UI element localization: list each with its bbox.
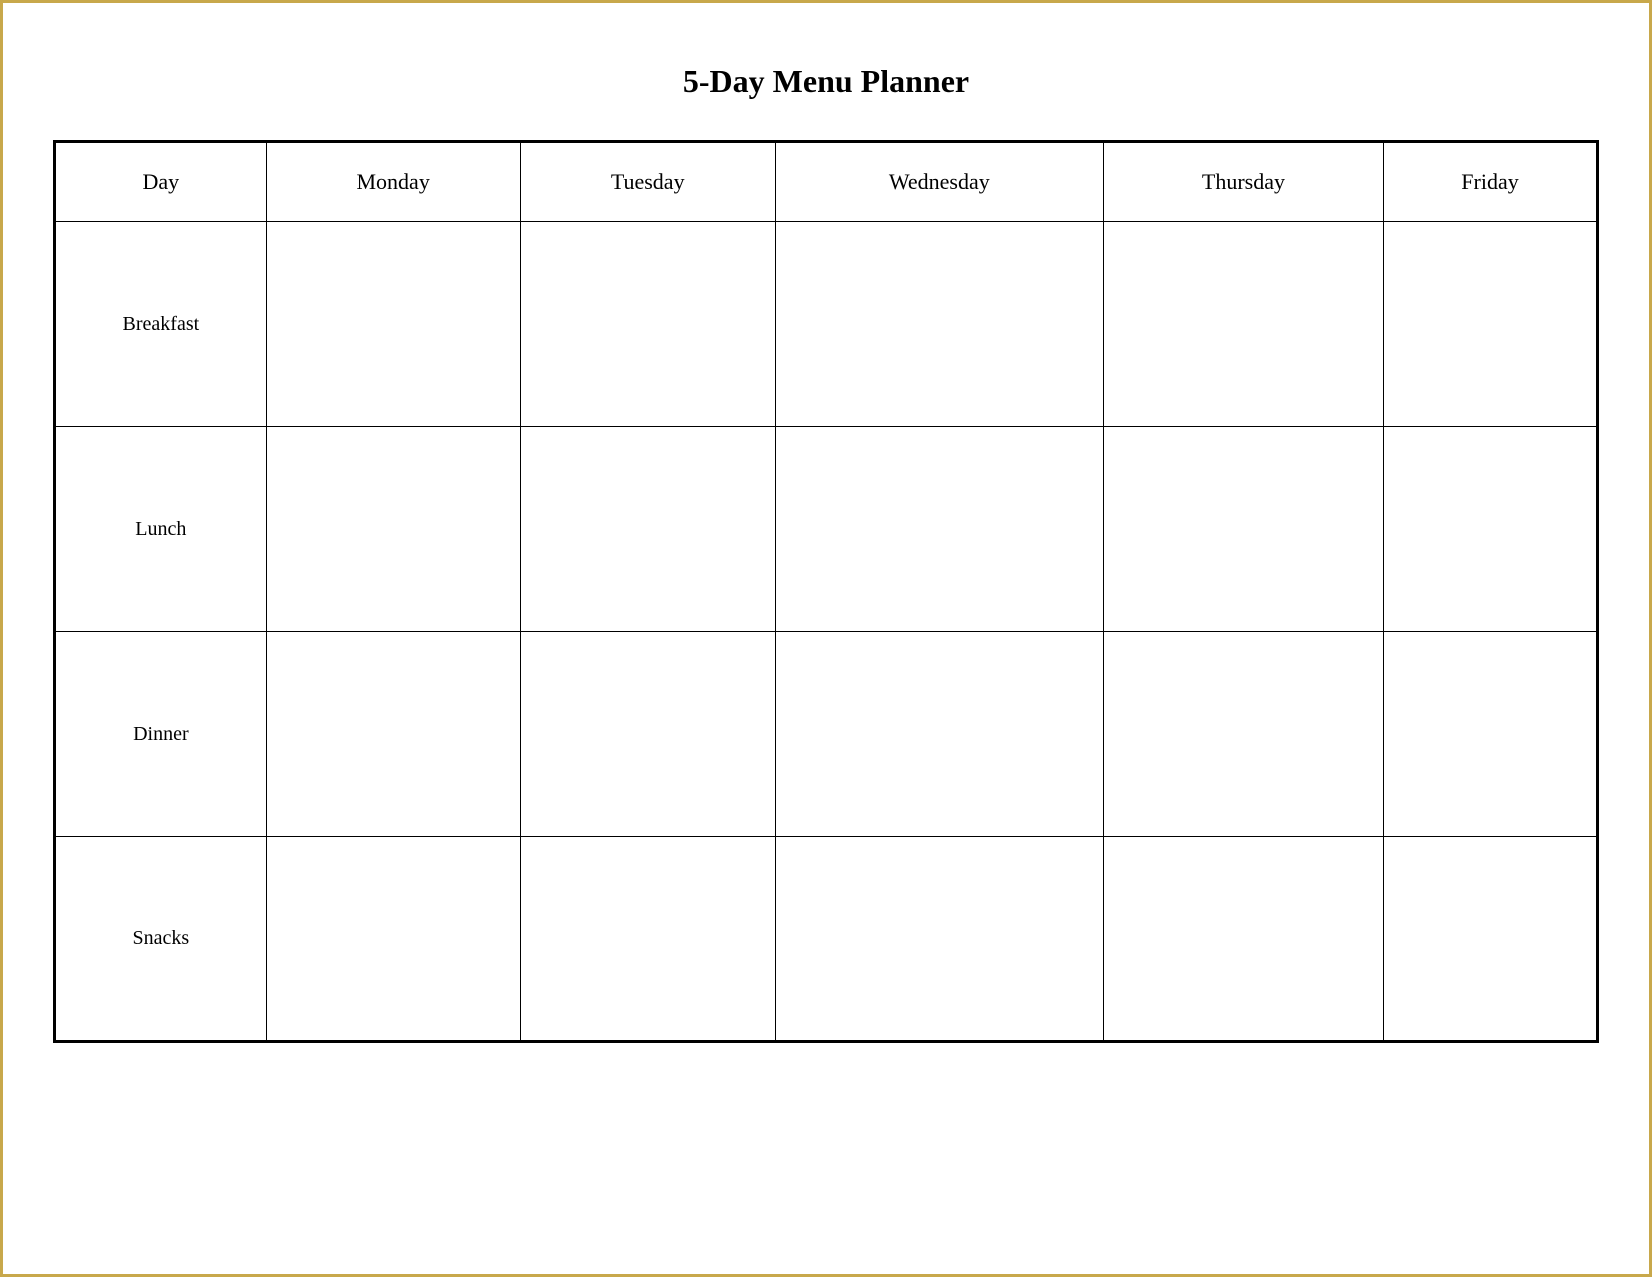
breakfast-tuesday[interactable] [520, 222, 775, 427]
dinner-friday[interactable] [1384, 632, 1598, 837]
snacks-wednesday[interactable] [775, 837, 1103, 1042]
snacks-label: Snacks [55, 837, 267, 1042]
breakfast-row: Breakfast [55, 222, 1598, 427]
snacks-tuesday[interactable] [520, 837, 775, 1042]
lunch-thursday[interactable] [1103, 427, 1383, 632]
breakfast-thursday[interactable] [1103, 222, 1383, 427]
breakfast-monday[interactable] [266, 222, 520, 427]
lunch-label: Lunch [55, 427, 267, 632]
dinner-thursday[interactable] [1103, 632, 1383, 837]
header-thursday: Thursday [1103, 142, 1383, 222]
header-day: Day [55, 142, 267, 222]
header-friday: Friday [1384, 142, 1598, 222]
lunch-wednesday[interactable] [775, 427, 1103, 632]
dinner-wednesday[interactable] [775, 632, 1103, 837]
dinner-tuesday[interactable] [520, 632, 775, 837]
snacks-thursday[interactable] [1103, 837, 1383, 1042]
lunch-tuesday[interactable] [520, 427, 775, 632]
snacks-row: Snacks [55, 837, 1598, 1042]
lunch-friday[interactable] [1384, 427, 1598, 632]
snacks-monday[interactable] [266, 837, 520, 1042]
breakfast-friday[interactable] [1384, 222, 1598, 427]
snacks-friday[interactable] [1384, 837, 1598, 1042]
page-title: 5-Day Menu Planner [683, 63, 969, 100]
dinner-monday[interactable] [266, 632, 520, 837]
dinner-row: Dinner [55, 632, 1598, 837]
header-tuesday: Tuesday [520, 142, 775, 222]
breakfast-wednesday[interactable] [775, 222, 1103, 427]
header-wednesday: Wednesday [775, 142, 1103, 222]
dinner-label: Dinner [55, 632, 267, 837]
breakfast-label: Breakfast [55, 222, 267, 427]
menu-planner-table: Day Monday Tuesday Wednesday Thursday Fr… [53, 140, 1599, 1043]
lunch-monday[interactable] [266, 427, 520, 632]
lunch-row: Lunch [55, 427, 1598, 632]
header-monday: Monday [266, 142, 520, 222]
header-row: Day Monday Tuesday Wednesday Thursday Fr… [55, 142, 1598, 222]
